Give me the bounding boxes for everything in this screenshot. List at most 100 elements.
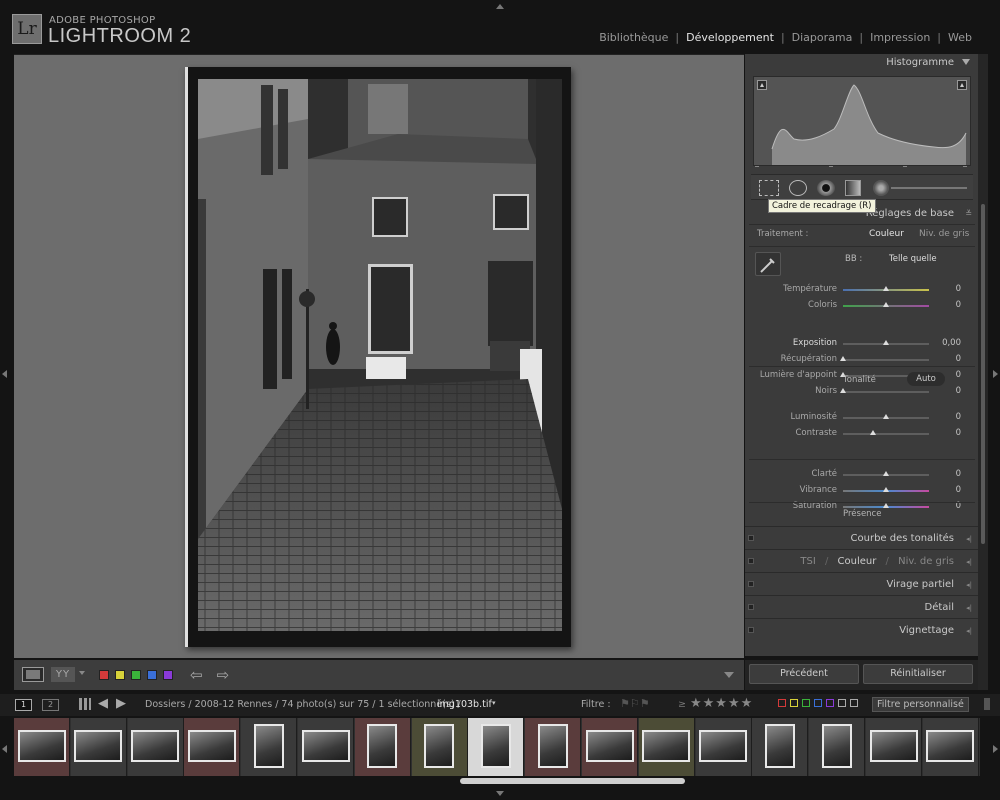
color-label-yellow[interactable] <box>115 670 125 680</box>
treatment-color-option[interactable]: Couleur <box>869 229 904 239</box>
toolbar-options-dropdown-icon[interactable] <box>724 672 734 678</box>
filmstrip-thumbnail[interactable] <box>582 718 638 776</box>
module-develop[interactable]: Développement <box>686 31 774 44</box>
grid-view-icon[interactable] <box>79 698 91 710</box>
brightness-slider[interactable] <box>843 414 929 419</box>
slider-knob[interactable] <box>883 471 889 476</box>
source-path[interactable]: Dossiers / 2008-12 Rennes / 74 photo(s) … <box>145 699 461 710</box>
previous-photo-arrow-icon[interactable]: ⇦ <box>190 666 217 684</box>
shadow-clipping-toggle[interactable] <box>757 80 767 90</box>
exposure-slider[interactable] <box>843 340 929 345</box>
scrollbar-thumb[interactable] <box>981 204 985 544</box>
color-filter-yellow[interactable] <box>790 699 798 707</box>
collapse-left-panel-arrow-icon[interactable] <box>2 370 7 378</box>
filmstrip-thumbnail[interactable] <box>127 718 184 776</box>
module-web[interactable]: Web <box>948 31 972 44</box>
detail-panel-header[interactable]: Détail ◂| <box>745 595 978 618</box>
vignette-panel-header[interactable]: Vignettage ◂| <box>745 618 978 641</box>
slider-knob[interactable] <box>883 302 889 307</box>
spot-removal-icon[interactable] <box>789 180 807 196</box>
color-filter-red[interactable] <box>778 699 786 707</box>
slider-value[interactable]: 0 <box>956 428 961 438</box>
forward-arrow-icon[interactable]: ▶ <box>116 696 126 711</box>
filmstrip-thumbnail[interactable] <box>70 718 127 776</box>
slider-knob[interactable] <box>870 430 877 435</box>
color-filter-none[interactable] <box>850 699 858 707</box>
color-filter-purple[interactable] <box>826 699 834 707</box>
right-panel-scrollbar[interactable] <box>978 54 988 690</box>
slider-value[interactable]: 0 <box>956 412 961 422</box>
contrast-slider[interactable] <box>843 430 929 435</box>
slider-knob[interactable] <box>840 356 846 361</box>
recovery-slider[interactable] <box>840 356 929 361</box>
color-label-red[interactable] <box>99 670 109 680</box>
module-library[interactable]: Bibliothèque <box>599 31 668 44</box>
graduated-filter-icon[interactable] <box>845 180 861 196</box>
white-balance-select[interactable]: Telle quelle <box>889 254 937 264</box>
color-filter-green[interactable] <box>802 699 810 707</box>
filmstrip-scroll-left-icon[interactable] <box>2 745 7 753</box>
saturation-slider[interactable] <box>843 503 929 508</box>
slider-knob[interactable] <box>840 388 846 393</box>
rating-operator[interactable]: ≥ <box>678 699 686 710</box>
filter-lock-icon[interactable] <box>984 698 990 710</box>
main-photo[interactable] <box>198 79 562 631</box>
color-label-purple[interactable] <box>163 670 173 680</box>
slider-value[interactable]: 0 <box>956 485 961 495</box>
treatment-gray-option[interactable]: Niv. de gris <box>919 229 969 239</box>
filmstrip-scroll-right-icon[interactable] <box>993 745 998 753</box>
slider-value[interactable]: 0 <box>956 300 961 310</box>
panel-switch-icon[interactable]: ≚ <box>965 205 972 222</box>
filmstrip-thumbnail[interactable] <box>866 718 922 776</box>
color-tab[interactable]: Couleur <box>838 556 877 567</box>
before-after-button[interactable]: YY <box>51 667 75 682</box>
filmstrip-scrollbar[interactable] <box>460 778 685 784</box>
collapse-right-panel-arrow-icon[interactable] <box>993 370 998 378</box>
highlight-clipping-toggle[interactable] <box>957 80 967 90</box>
red-eye-icon[interactable] <box>817 180 835 196</box>
filmstrip-thumbnail[interactable] <box>468 718 525 776</box>
flag-filter-icons[interactable]: ⚑⚐⚑ <box>620 697 650 710</box>
collapse-filmstrip-arrow-icon[interactable] <box>496 791 504 796</box>
filmstrip-thumbnail[interactable] <box>184 718 241 776</box>
hsl-panel-header[interactable]: TSI / Couleur / Niv. de gris ◂| <box>745 549 978 572</box>
color-filter-other[interactable] <box>838 699 846 707</box>
color-filter-blue[interactable] <box>814 699 822 707</box>
tool-size-slider[interactable] <box>891 187 967 189</box>
next-photo-arrow-icon[interactable]: ⇨ <box>217 666 244 684</box>
loupe-view-button[interactable] <box>22 667 44 682</box>
blacks-slider[interactable] <box>840 388 929 393</box>
slider-knob[interactable] <box>883 414 889 419</box>
filmstrip-thumbnail[interactable] <box>638 718 695 776</box>
vibrance-slider[interactable] <box>843 487 929 492</box>
slider-knob[interactable] <box>883 487 889 492</box>
filmstrip-thumbnail[interactable] <box>14 718 70 776</box>
slider-value[interactable]: 0,00 <box>942 338 961 348</box>
custom-filter-select[interactable]: Filtre personnalisé <box>872 697 969 712</box>
slider-value[interactable]: 0 <box>956 469 961 479</box>
slider-value[interactable]: 0 <box>956 354 961 364</box>
filmstrip-thumbnail[interactable] <box>411 718 468 776</box>
filmstrip-thumbnail[interactable] <box>922 718 979 776</box>
hsl-tab[interactable]: TSI <box>800 556 815 567</box>
before-after-dropdown-icon[interactable] <box>79 671 85 675</box>
auto-tone-button[interactable]: Auto <box>907 372 945 386</box>
crop-overlay-icon[interactable] <box>759 180 779 196</box>
clarity-slider[interactable] <box>843 471 929 476</box>
rating-filter-stars[interactable]: ★★★★★ <box>690 696 753 711</box>
filename-dropdown-icon[interactable]: ▾ <box>492 699 496 707</box>
slider-knob[interactable] <box>883 340 889 345</box>
back-arrow-icon[interactable]: ◀ <box>98 696 108 711</box>
slider-knob[interactable] <box>883 286 889 291</box>
filmstrip-thumbnail[interactable] <box>525 718 582 776</box>
color-label-green[interactable] <box>131 670 141 680</box>
image-viewer[interactable] <box>14 54 744 658</box>
filmstrip-thumbnail[interactable] <box>752 718 809 776</box>
reset-button[interactable]: Réinitialiser <box>863 664 973 684</box>
filmstrip-thumbnail[interactable] <box>241 718 298 776</box>
collapse-top-panel-arrow-icon[interactable] <box>496 4 504 9</box>
previous-settings-button[interactable]: Précédent <box>749 664 859 684</box>
secondary-window-button[interactable]: 2 <box>42 699 59 711</box>
module-print[interactable]: Impression <box>870 31 930 44</box>
color-label-blue[interactable] <box>147 670 157 680</box>
